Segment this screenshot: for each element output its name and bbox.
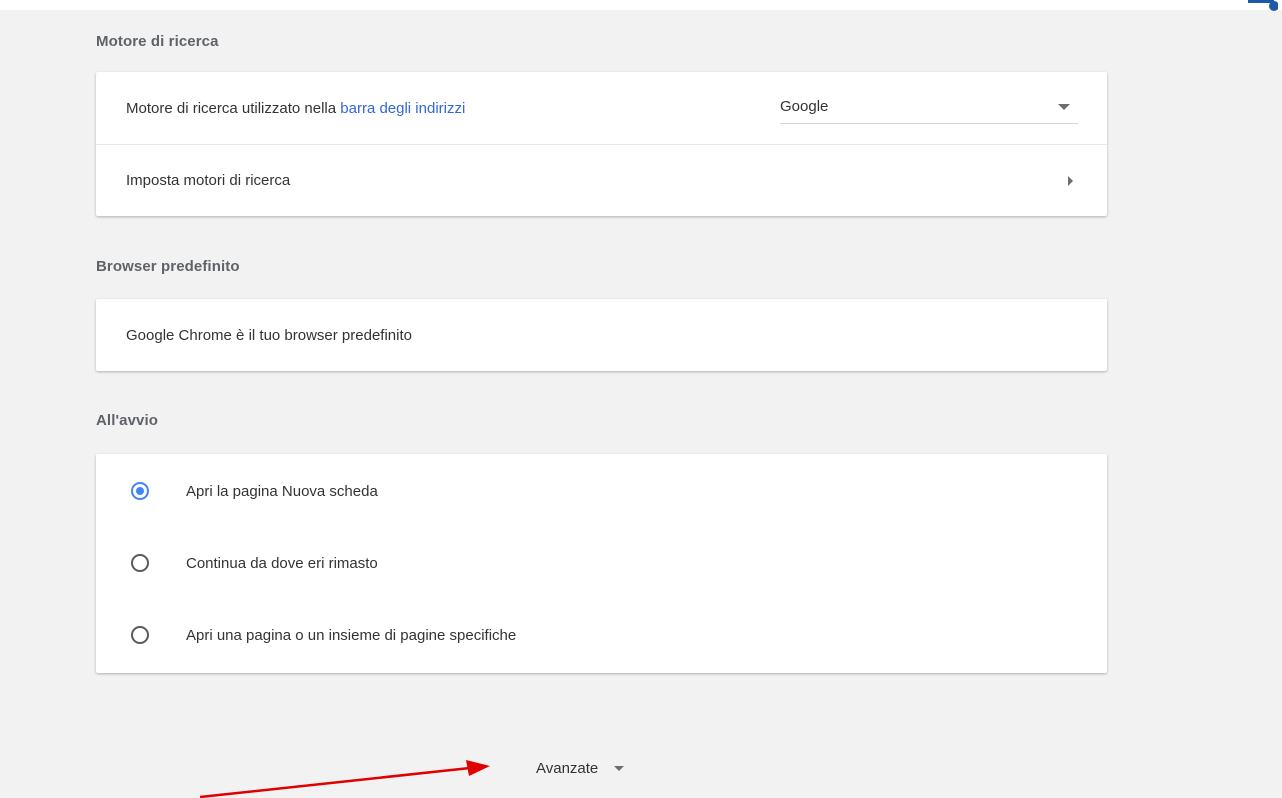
- startup-option-specific-pages[interactable]: Apri una pagina o un insieme di pagine s…: [96, 599, 1107, 671]
- startup-option-new-tab[interactable]: Apri la pagina Nuova scheda: [96, 455, 1107, 527]
- radio-unchecked-icon[interactable]: [131, 554, 149, 572]
- chevron-right-icon: [1068, 176, 1073, 186]
- default-browser-row: Google Chrome è il tuo browser predefini…: [96, 299, 1107, 371]
- search-engine-label-text: Motore di ricerca utilizzato nella: [126, 99, 341, 117]
- default-browser-card: Google Chrome è il tuo browser predefini…: [96, 299, 1107, 371]
- address-bar-search-engine-label: Motore di ricerca utilizzato nella barra…: [126, 100, 465, 117]
- search-engine-section-title: Motore di ricerca: [96, 33, 219, 50]
- startup-option-label: Apri una pagina o un insieme di pagine s…: [186, 626, 517, 644]
- chevron-down-icon: [1058, 104, 1070, 110]
- manage-search-engines-row[interactable]: Imposta motori di ricerca: [96, 144, 1107, 216]
- default-browser-section-title: Browser predefinito: [96, 258, 240, 275]
- address-bar-link[interactable]: barra degli indirizzi: [340, 100, 465, 117]
- address-bar-search-engine-row: Motore di ricerca utilizzato nella barra…: [96, 72, 1107, 144]
- advanced-label: Avanzate: [536, 759, 599, 777]
- startup-option-continue[interactable]: Continua da dove eri rimasto: [96, 527, 1107, 599]
- radio-unchecked-icon[interactable]: [131, 626, 149, 644]
- startup-card: Apri la pagina Nuova scheda Continua da …: [96, 454, 1107, 673]
- corner-badge-icon: [1248, 0, 1278, 11]
- advanced-toggle-button[interactable]: Avanzate: [536, 756, 625, 780]
- search-engine-select[interactable]: Google: [780, 90, 1078, 124]
- chevron-down-icon: [614, 765, 625, 771]
- settings-page: Motore di ricerca Motore di ricerca util…: [0, 0, 1282, 798]
- default-browser-status: Google Chrome è il tuo browser predefini…: [126, 326, 412, 344]
- startup-option-label: Apri la pagina Nuova scheda: [186, 482, 378, 500]
- startup-option-label: Continua da dove eri rimasto: [186, 554, 378, 572]
- radio-checked-icon[interactable]: [131, 482, 149, 500]
- top-bar: [0, 0, 1282, 10]
- search-engine-card: Motore di ricerca utilizzato nella barra…: [96, 72, 1107, 216]
- search-engine-selected-value: Google: [780, 98, 829, 115]
- startup-section-title: All'avvio: [96, 412, 158, 429]
- manage-search-engines-label: Imposta motori di ricerca: [126, 172, 291, 189]
